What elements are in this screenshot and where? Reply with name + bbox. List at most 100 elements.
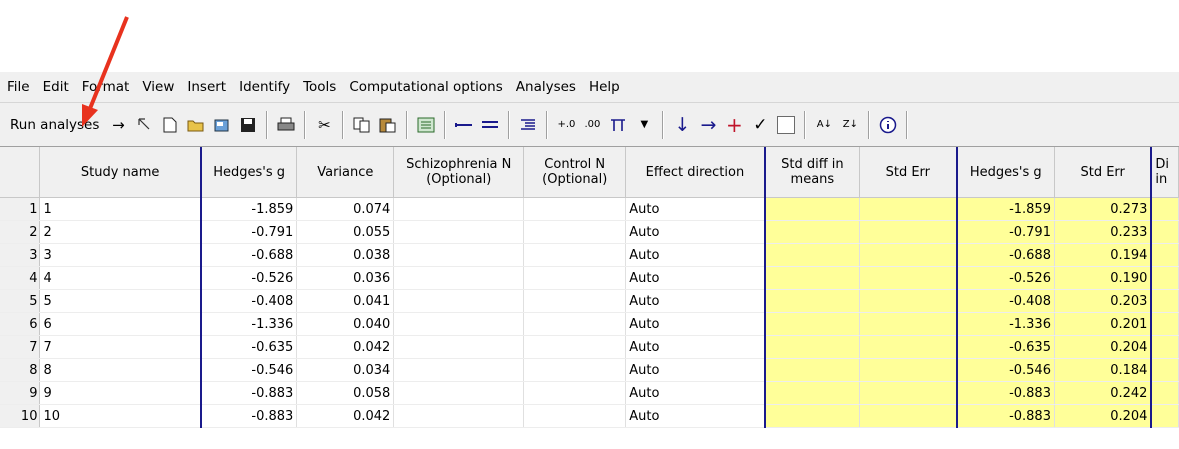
variance-cell[interactable]: 0.040 (296, 312, 395, 336)
move-right-icon[interactable] (479, 113, 501, 137)
hedges-g-result-cell[interactable]: -0.883 (955, 381, 1055, 405)
column-header[interactable]: Di in (1150, 147, 1179, 198)
menu-format[interactable]: Format (75, 79, 136, 95)
schizophrenia-n-cell[interactable] (393, 243, 525, 267)
control-n-cell[interactable] (523, 243, 627, 267)
row-number[interactable]: 10 (0, 404, 41, 428)
variance-cell[interactable]: 0.042 (296, 335, 395, 359)
std-diff-cell[interactable] (763, 312, 861, 336)
open-folder-icon[interactable] (185, 113, 207, 137)
std-diff-cell[interactable] (763, 381, 861, 405)
menu-identify[interactable]: Identify (232, 79, 296, 95)
hedges-g-cell[interactable]: -0.635 (199, 335, 298, 359)
std-err-cell[interactable] (859, 312, 958, 336)
diff-in-cell[interactable] (1150, 243, 1179, 267)
hedges-g-cell[interactable]: -0.791 (199, 220, 298, 244)
paste-icon[interactable] (377, 113, 399, 137)
effect-direction-cell[interactable]: Auto (625, 335, 766, 359)
copy-icon[interactable] (351, 113, 373, 137)
std-err-cell[interactable] (859, 404, 958, 428)
hedges-g-cell[interactable]: -1.336 (199, 312, 298, 336)
std-diff-cell[interactable] (763, 220, 861, 244)
schizophrenia-n-cell[interactable] (393, 312, 525, 336)
info-icon[interactable] (877, 113, 899, 137)
pointer-tool-icon[interactable] (133, 113, 155, 137)
diff-in-cell[interactable] (1150, 381, 1179, 405)
diff-in-cell[interactable] (1150, 266, 1179, 290)
control-n-cell[interactable] (523, 312, 627, 336)
std-err-cell[interactable] (859, 266, 958, 290)
row-number[interactable]: 6 (0, 312, 41, 336)
std-err-cell[interactable] (859, 220, 958, 244)
decrease-decimals-icon[interactable]: .00 (581, 113, 603, 137)
save-icon[interactable] (237, 113, 259, 137)
hedges-g-result-cell[interactable]: -0.546 (955, 358, 1055, 382)
control-n-cell[interactable] (523, 381, 627, 405)
hedges-g-result-cell[interactable]: -1.336 (955, 312, 1055, 336)
menu-file[interactable]: File (0, 79, 36, 95)
menu-view[interactable]: View (135, 79, 180, 95)
control-n-cell[interactable] (523, 289, 627, 313)
std-diff-cell[interactable] (763, 289, 861, 313)
arrow-right-blue-icon[interactable]: → (697, 113, 719, 137)
std-err-result-cell[interactable]: 0.190 (1054, 266, 1152, 290)
format-cells-icon[interactable] (415, 113, 437, 137)
sort-descending-icon[interactable]: Z↓ (839, 113, 861, 137)
cut-icon[interactable]: ✂ (313, 113, 335, 137)
hedges-g-result-cell[interactable]: -0.791 (955, 220, 1055, 244)
menu-insert[interactable]: Insert (180, 79, 232, 95)
study-name-cell[interactable]: 8 (39, 358, 202, 382)
std-err-result-cell[interactable]: 0.201 (1054, 312, 1152, 336)
move-left-icon[interactable] (453, 113, 475, 137)
std-diff-cell[interactable] (763, 358, 861, 382)
row-number[interactable]: 7 (0, 335, 41, 359)
column-header[interactable]: Hedges's g (199, 147, 298, 198)
diff-in-cell[interactable] (1150, 335, 1179, 359)
variance-cell[interactable]: 0.074 (296, 197, 395, 221)
diff-in-cell[interactable] (1150, 312, 1179, 336)
hedges-g-cell[interactable]: -0.526 (199, 266, 298, 290)
std-err-result-cell[interactable]: 0.242 (1054, 381, 1152, 405)
corner-cell[interactable] (0, 147, 41, 198)
study-name-cell[interactable]: 6 (39, 312, 202, 336)
run-analyses-button[interactable]: Run analyses (10, 117, 99, 133)
control-n-cell[interactable] (523, 197, 627, 221)
column-header[interactable]: Variance (296, 147, 395, 198)
print-icon[interactable] (275, 113, 297, 137)
variance-cell[interactable]: 0.041 (296, 289, 395, 313)
row-number[interactable]: 9 (0, 381, 41, 405)
diff-in-cell[interactable] (1150, 289, 1179, 313)
schizophrenia-n-cell[interactable] (393, 358, 525, 382)
hedges-g-cell[interactable]: -0.883 (199, 404, 298, 428)
std-err-cell[interactable] (859, 243, 958, 267)
schizophrenia-n-cell[interactable] (393, 289, 525, 313)
schizophrenia-n-cell[interactable] (393, 220, 525, 244)
effect-direction-cell[interactable]: Auto (625, 381, 766, 405)
row-number[interactable]: 1 (0, 197, 41, 221)
row-number[interactable]: 3 (0, 243, 41, 267)
variance-cell[interactable]: 0.042 (296, 404, 395, 428)
hedges-g-cell[interactable]: -0.546 (199, 358, 298, 382)
diff-in-cell[interactable] (1150, 404, 1179, 428)
schizophrenia-n-cell[interactable] (393, 197, 525, 221)
variance-cell[interactable]: 0.055 (296, 220, 395, 244)
control-n-cell[interactable] (523, 266, 627, 290)
column-header[interactable]: Std Err (1054, 147, 1152, 198)
hedges-g-result-cell[interactable]: -0.526 (955, 266, 1055, 290)
effect-direction-cell[interactable]: Auto (625, 312, 766, 336)
dropdown-chevron-icon[interactable]: ▼ (633, 113, 655, 137)
hedges-g-cell[interactable]: -1.859 (199, 197, 298, 221)
column-header[interactable]: Std Err (859, 147, 958, 198)
study-name-cell[interactable]: 5 (39, 289, 202, 313)
menu-edit[interactable]: Edit (36, 79, 75, 95)
schizophrenia-n-cell[interactable] (393, 335, 525, 359)
study-name-cell[interactable]: 1 (39, 197, 202, 221)
schizophrenia-n-cell[interactable] (393, 404, 525, 428)
effect-direction-cell[interactable]: Auto (625, 197, 766, 221)
effect-direction-cell[interactable]: Auto (625, 404, 766, 428)
new-file-icon[interactable] (159, 113, 181, 137)
control-n-cell[interactable] (523, 220, 627, 244)
effect-direction-cell[interactable]: Auto (625, 358, 766, 382)
empty-checkbox-icon[interactable] (777, 115, 796, 134)
std-err-cell[interactable] (859, 335, 958, 359)
